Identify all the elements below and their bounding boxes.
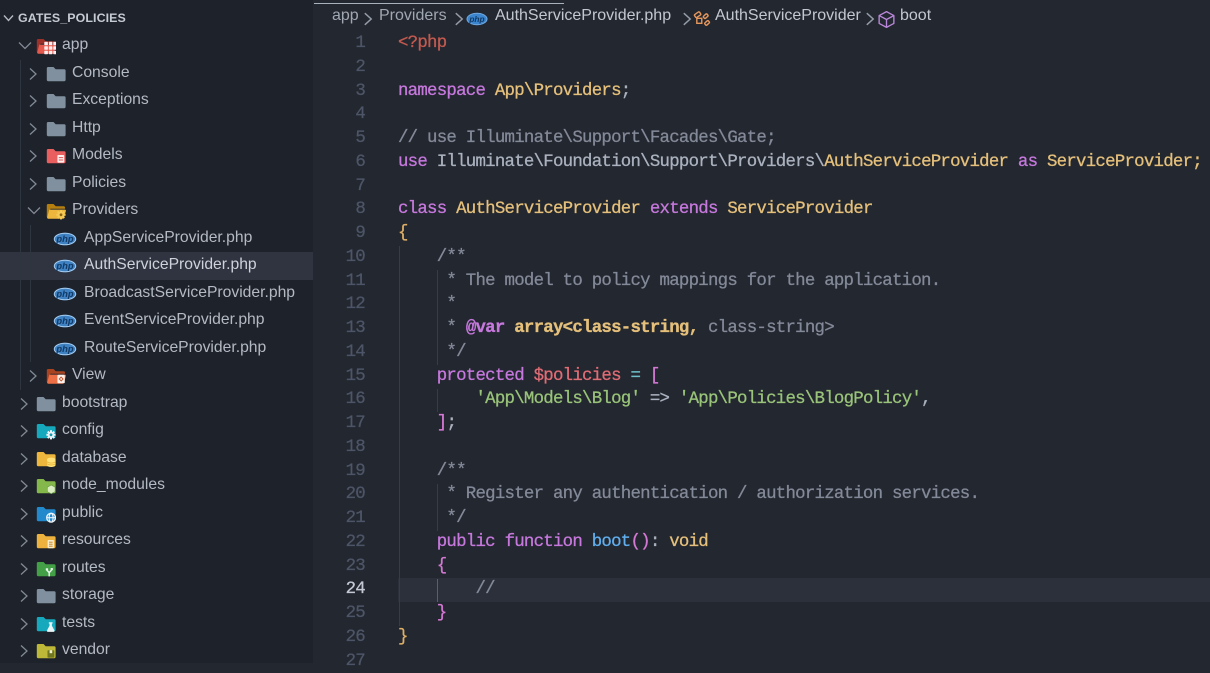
svg-text:php: php — [55, 288, 73, 299]
svg-text:php: php — [468, 14, 484, 24]
svg-text:php: php — [55, 343, 73, 354]
svg-text:php: php — [55, 233, 73, 244]
svg-text:php: php — [55, 260, 73, 271]
svg-text:php: php — [55, 315, 73, 326]
